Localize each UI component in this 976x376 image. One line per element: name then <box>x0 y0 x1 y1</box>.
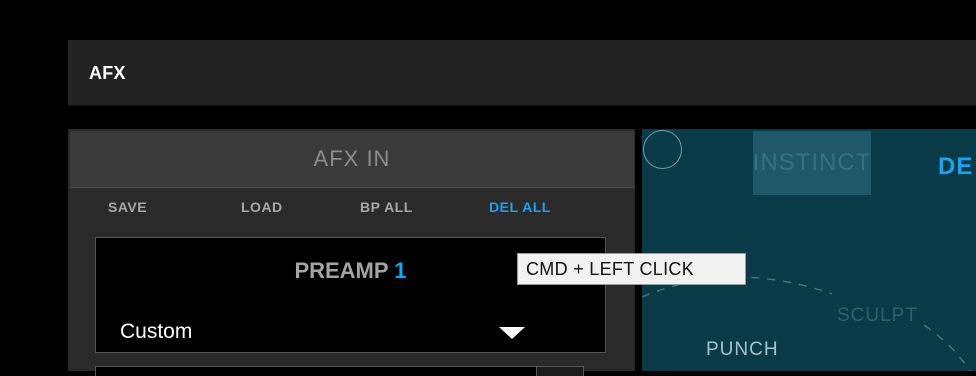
zone-punch-label: PUNCH <box>706 339 779 360</box>
preset-value: Custom <box>120 320 193 343</box>
afx-in-panel: AFX IN SAVE LOAD BP ALL DEL ALL PREAMP 1… <box>68 129 635 376</box>
page-title: AFX <box>89 63 126 83</box>
afx-in-label: AFX IN <box>313 146 391 171</box>
preset-dropdown[interactable]: Custom <box>96 312 605 352</box>
bypass-all-button[interactable]: BP ALL <box>360 199 413 215</box>
zone-sculpt-label: SCULPT <box>837 305 918 326</box>
dashed-arc-graphic <box>642 276 971 371</box>
effect-panel: INSTINCT DE SCULPT PUNCH <box>642 129 976 371</box>
load-button[interactable]: LOAD <box>241 199 283 215</box>
afx-in-header[interactable]: AFX IN <box>70 131 634 188</box>
save-button[interactable]: SAVE <box>108 199 147 215</box>
next-slot[interactable] <box>95 366 537 376</box>
header-bar: AFX <box>68 40 976 106</box>
triangle-down-icon[interactable] <box>499 327 525 339</box>
next-slot-button[interactable] <box>536 366 584 376</box>
delete-all-button[interactable]: DEL ALL <box>489 199 551 215</box>
dashed-arc-right <box>923 324 971 371</box>
preamp-number: 1 <box>394 258 407 283</box>
preamp-label: PREAMP <box>294 258 389 283</box>
tooltip: CMD + LEFT CLICK <box>517 253 746 285</box>
